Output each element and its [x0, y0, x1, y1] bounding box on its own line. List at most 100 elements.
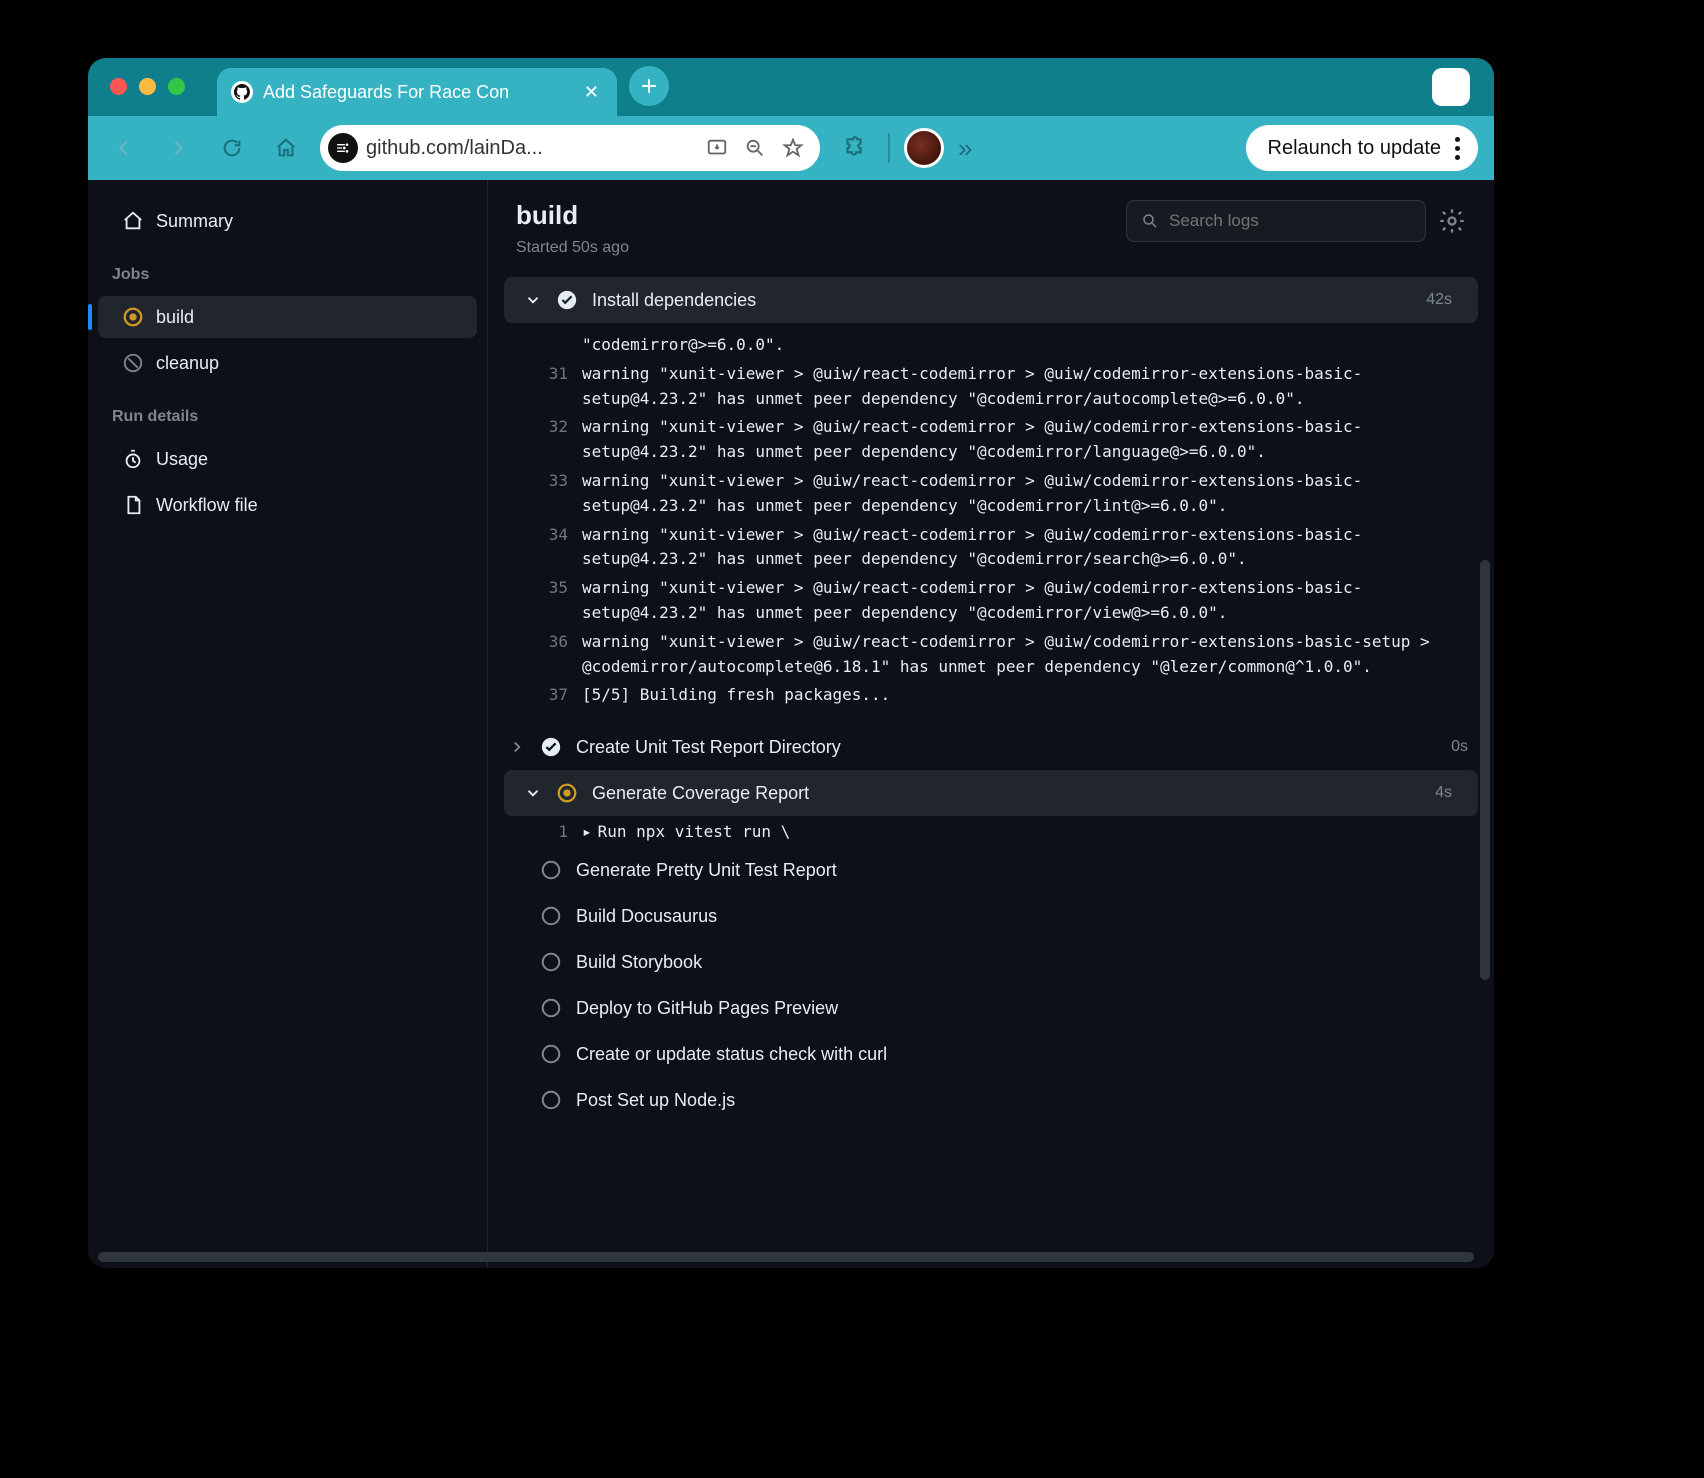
close-tab-button[interactable]: ✕	[584, 82, 599, 103]
sidebar-workflow-file[interactable]: Workflow file	[98, 484, 477, 526]
horizontal-scrollbar[interactable]	[98, 1252, 1474, 1262]
step-pending[interactable]: Deploy to GitHub Pages Preview	[488, 985, 1494, 1031]
sidebar-job-label: cleanup	[156, 353, 219, 374]
log-line-text: warning "xunit-viewer > @uiw/react-codem…	[582, 469, 1494, 519]
sidebar-details-header: Run details	[88, 386, 487, 436]
log-line: 36warning "xunit-viewer > @uiw/react-cod…	[488, 628, 1494, 682]
chevron-down-icon	[524, 784, 542, 802]
log-line-number: 32	[536, 415, 582, 465]
log-line-number: 34	[536, 523, 582, 573]
running-icon	[122, 306, 144, 328]
browser-window: Add Safeguards For Race Con ✕ github.com…	[88, 58, 1494, 1268]
sidebar-job-cleanup[interactable]: cleanup	[98, 342, 477, 384]
home-button[interactable]	[266, 128, 306, 168]
github-favicon	[231, 81, 253, 103]
step-label: Generate Coverage Report	[592, 783, 809, 804]
stopwatch-icon	[122, 448, 144, 470]
sidebar-jobs-header: Jobs	[88, 244, 487, 294]
step-install-dependencies[interactable]: Install dependencies 42s	[504, 277, 1478, 323]
bookmark-icon[interactable]	[782, 137, 804, 159]
tab-strip: Add Safeguards For Race Con ✕	[88, 58, 1494, 116]
log-line-number: 37	[536, 683, 582, 708]
log-line-text: warning "xunit-viewer > @uiw/react-codem…	[582, 523, 1494, 573]
step-label: Generate Pretty Unit Test Report	[576, 860, 837, 881]
step-label: Install dependencies	[592, 290, 756, 311]
overflow-button[interactable]: »	[958, 133, 972, 164]
step-label: Post Set up Node.js	[576, 1090, 735, 1111]
sidebar-summary[interactable]: Summary	[98, 200, 477, 242]
step-generate-coverage-report[interactable]: Generate Coverage Report 4s	[504, 770, 1478, 816]
pending-icon	[540, 905, 562, 927]
toolbar-divider	[888, 133, 890, 163]
log-line-text: [5/5] Building fresh packages...	[582, 683, 1494, 708]
step-label: Create Unit Test Report Directory	[576, 737, 841, 758]
address-bar[interactable]: github.com/lainDa...	[320, 125, 820, 171]
log-install-dependencies: 30"codemirror@>=6.0.0". 31warning "xunit…	[488, 323, 1494, 724]
workflow-sidebar: Summary Jobs build cleanup Run details U…	[88, 180, 488, 1268]
step-duration: 4s	[1435, 784, 1452, 802]
pending-icon	[540, 1089, 562, 1111]
step-pending[interactable]: Build Storybook	[488, 939, 1494, 985]
step-duration: 0s	[1451, 738, 1468, 756]
page-content: Summary Jobs build cleanup Run details U…	[88, 180, 1494, 1268]
step-label: Create or update status check with curl	[576, 1044, 887, 1065]
log-line: 37[5/5] Building fresh packages...	[488, 681, 1494, 710]
zoom-icon[interactable]	[744, 137, 766, 159]
log-line: 31warning "xunit-viewer > @uiw/react-cod…	[488, 360, 1494, 414]
install-app-icon[interactable]	[706, 137, 728, 159]
caret-right-icon: ▸	[582, 822, 598, 841]
step-pending[interactable]: Generate Pretty Unit Test Report	[488, 847, 1494, 893]
running-icon	[556, 782, 578, 804]
tab-title: Add Safeguards For Race Con	[263, 82, 574, 103]
success-icon	[556, 289, 578, 311]
log-line: 35warning "xunit-viewer > @uiw/react-cod…	[488, 574, 1494, 628]
sidebar-usage-label: Usage	[156, 449, 208, 470]
menu-icon[interactable]	[1455, 137, 1460, 160]
job-title: build	[516, 200, 578, 231]
close-window-button[interactable]	[110, 78, 127, 95]
sidebar-job-build[interactable]: build	[98, 296, 477, 338]
site-settings-icon[interactable]	[328, 133, 358, 163]
log-line-text: warning "xunit-viewer > @uiw/react-codem…	[582, 576, 1494, 626]
maximize-window-button[interactable]	[168, 78, 185, 95]
relaunch-to-update-button[interactable]: Relaunch to update	[1246, 125, 1478, 171]
log-settings-button[interactable]	[1438, 207, 1466, 235]
log-line-number: 35	[536, 576, 582, 626]
log-line: 32warning "xunit-viewer > @uiw/react-cod…	[488, 413, 1494, 467]
extensions-button[interactable]	[834, 128, 874, 168]
vertical-scrollbar[interactable]	[1480, 560, 1490, 980]
new-tab-button[interactable]	[629, 66, 669, 106]
minimize-window-button[interactable]	[139, 78, 156, 95]
step-duration: 42s	[1426, 291, 1452, 309]
pending-icon	[540, 997, 562, 1019]
search-logs-input[interactable]	[1169, 211, 1411, 231]
chevron-down-icon	[524, 291, 542, 309]
search-logs-box[interactable]	[1126, 200, 1426, 242]
window-controls	[110, 78, 185, 95]
back-button[interactable]	[104, 128, 144, 168]
step-create-unit-test-report-dir[interactable]: Create Unit Test Report Directory 0s	[488, 724, 1494, 770]
forward-button[interactable]	[158, 128, 198, 168]
reload-button[interactable]	[212, 128, 252, 168]
profile-avatar[interactable]	[904, 128, 944, 168]
file-icon	[122, 494, 144, 516]
skipped-icon	[122, 352, 144, 374]
browser-tab[interactable]: Add Safeguards For Race Con ✕	[217, 68, 617, 116]
step-label: Deploy to GitHub Pages Preview	[576, 998, 838, 1019]
log-coverage-run: 1 ▸ Run npx vitest run \	[488, 816, 1494, 847]
url-text: github.com/lainDa...	[366, 137, 543, 160]
step-pending[interactable]: Post Set up Node.js	[488, 1077, 1494, 1123]
browser-toolbar: github.com/lainDa... » Relaunch to updat…	[88, 116, 1494, 180]
sidebar-job-label: build	[156, 307, 194, 328]
sidebar-summary-label: Summary	[156, 211, 233, 232]
job-subtitle: Started 50s ago	[488, 239, 1494, 277]
sidebar-usage[interactable]: Usage	[98, 438, 477, 480]
step-pending[interactable]: Create or update status check with curl	[488, 1031, 1494, 1077]
log-line-number: 31	[536, 362, 582, 412]
step-pending[interactable]: Build Docusaurus	[488, 893, 1494, 939]
window-account-button[interactable]	[1432, 68, 1470, 106]
log-line-text: warning "xunit-viewer > @uiw/react-codem…	[582, 415, 1494, 465]
gear-icon	[1438, 207, 1466, 235]
log-line-number: 36	[536, 630, 582, 680]
job-main: build Started 50s ago Install dependenci…	[488, 180, 1494, 1268]
